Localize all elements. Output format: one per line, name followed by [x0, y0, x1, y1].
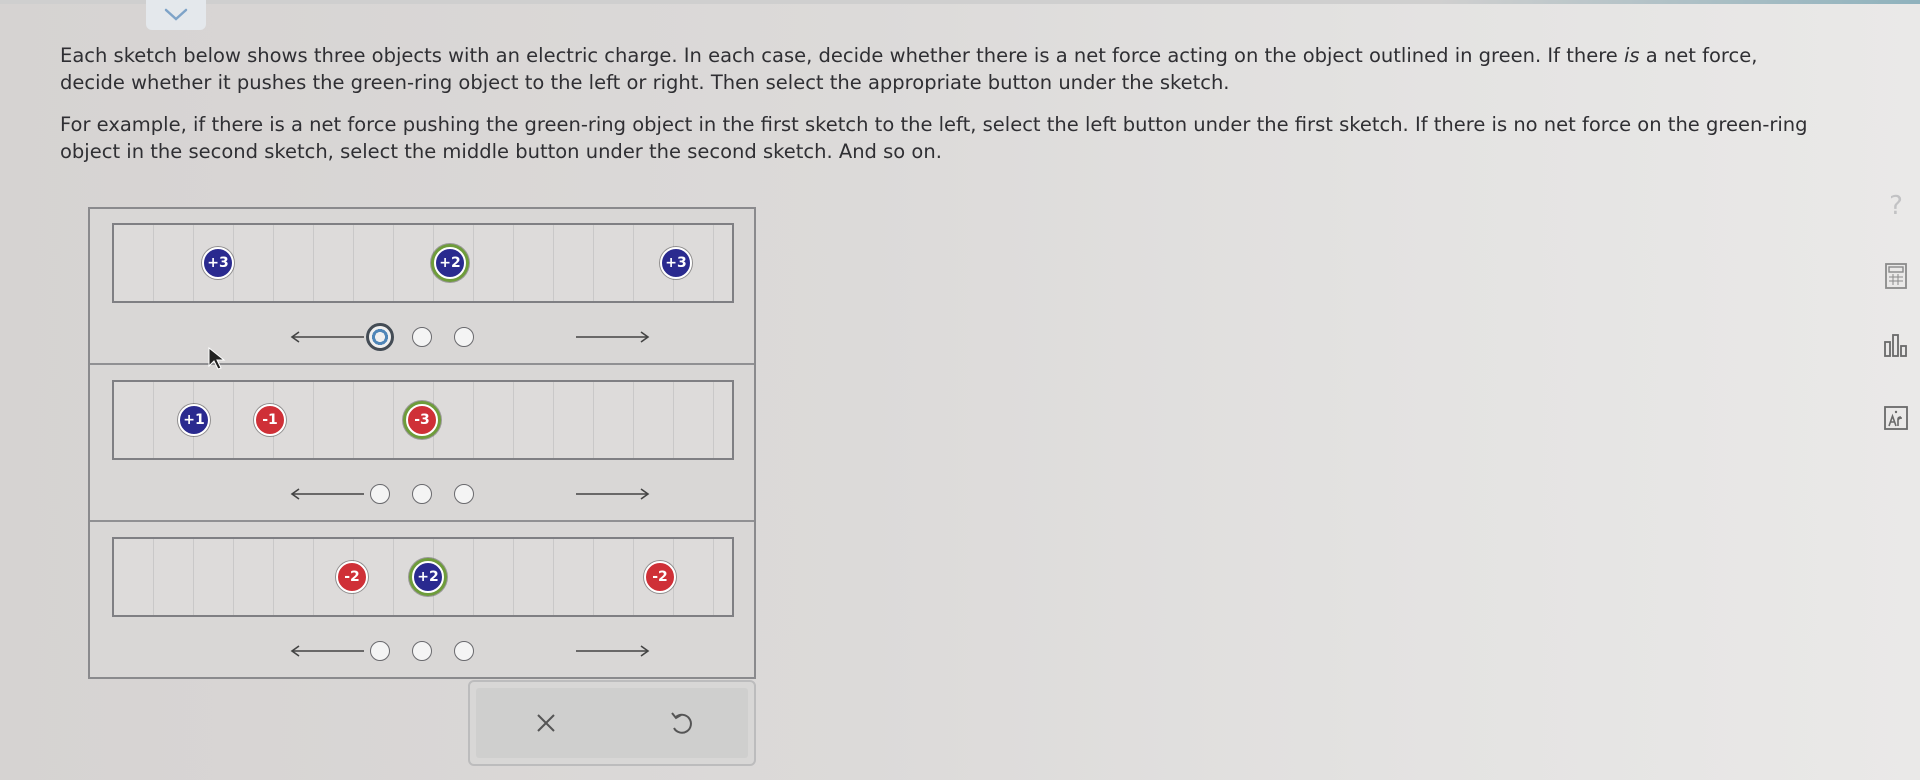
action-bar [468, 680, 756, 766]
target-charge: +2 [412, 561, 444, 593]
sketch-1: +3 +2 +3 [90, 209, 754, 365]
action-bar-inner [476, 688, 748, 758]
right-arrow-icon [576, 645, 650, 657]
instructions-emphasis: is [1624, 44, 1640, 67]
collapse-toggle[interactable] [146, 0, 206, 30]
periodic-table-icon[interactable] [1880, 402, 1912, 434]
no-force-radio[interactable] [412, 641, 432, 661]
left-arrow-icon [290, 645, 364, 657]
target-charge: +2 [434, 247, 466, 279]
no-force-radio[interactable] [412, 327, 432, 347]
chart-icon[interactable] [1880, 330, 1912, 362]
left-arrow-icon [290, 331, 364, 343]
force-choice-row [290, 480, 650, 508]
charge-track: +3 +2 +3 [112, 223, 734, 303]
force-left-radio[interactable] [370, 484, 390, 504]
charge-track: +1 -1 -3 [112, 380, 734, 460]
top-strip [0, 0, 1920, 4]
charge: +3 [202, 247, 234, 279]
no-force-radio[interactable] [412, 484, 432, 504]
chevron-down-icon [164, 8, 188, 21]
charge: +1 [178, 404, 210, 436]
charge-track: -2 +2 -2 [112, 537, 734, 617]
sketch-3: -2 +2 -2 [90, 523, 754, 679]
force-choice-row [290, 637, 650, 665]
undo-icon[interactable] [666, 708, 696, 738]
charge: -2 [644, 561, 676, 593]
left-arrow-icon [290, 488, 364, 500]
right-arrow-icon [576, 331, 650, 343]
close-icon[interactable] [531, 708, 561, 738]
force-right-radio[interactable] [454, 641, 474, 661]
instructions: Each sketch below shows three objects wi… [60, 42, 1820, 180]
force-left-radio[interactable] [366, 323, 394, 351]
calculator-icon[interactable] [1880, 260, 1912, 292]
force-choice-row [290, 323, 650, 351]
instructions-paragraph-1: Each sketch below shows three objects wi… [60, 42, 1820, 96]
sketch-panel: +3 +2 +3 +1 -1 -3 -2 +2 -2 [88, 207, 756, 679]
charge: +3 [660, 247, 692, 279]
charge: -2 [336, 561, 368, 593]
instructions-text: Each sketch below shows three objects wi… [60, 44, 1624, 67]
force-left-radio[interactable] [370, 641, 390, 661]
instructions-paragraph-2: For example, if there is a net force pus… [60, 113, 1808, 163]
charge: -1 [254, 404, 286, 436]
help-icon[interactable]: ? [1880, 190, 1912, 222]
force-right-radio[interactable] [454, 327, 474, 347]
sketch-2: +1 -1 -3 [90, 366, 754, 522]
force-right-radio[interactable] [454, 484, 474, 504]
target-charge: -3 [406, 404, 438, 436]
cursor-icon [208, 347, 226, 370]
right-arrow-icon [576, 488, 650, 500]
